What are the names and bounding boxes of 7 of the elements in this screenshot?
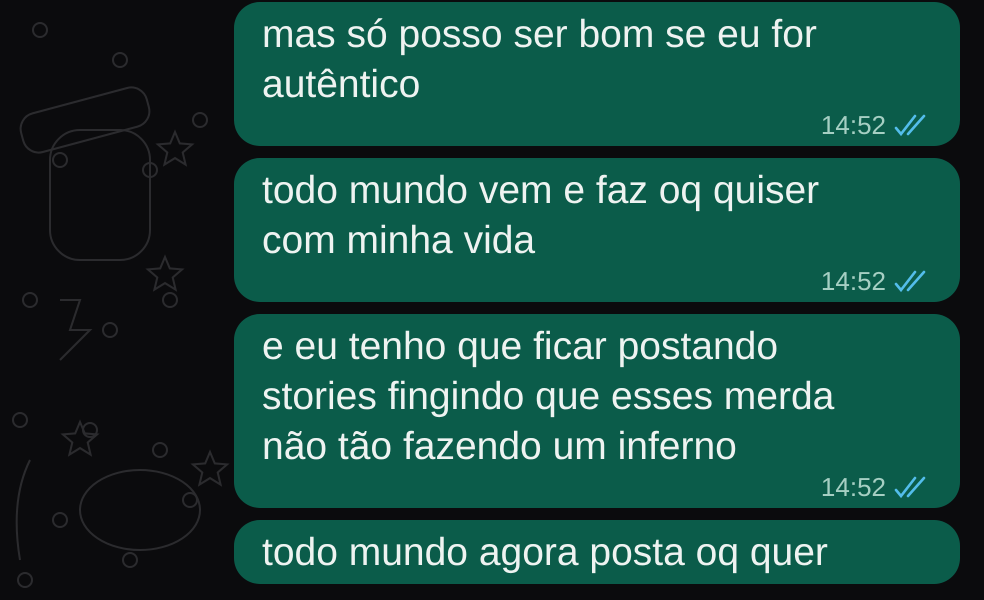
message-text: todo mundo vem e faz oq quiser com minha vida <box>262 168 820 264</box>
message-text: mas só posso ser bom se eu for autêntico <box>262 12 818 108</box>
message-time: 14:52 <box>820 110 886 140</box>
message-text: todo mundo agora posta oq quer <box>262 530 829 576</box>
message-text: e eu tenho que ficar postando stories fingindo que esses merda não tão fazendo um inferno <box>262 324 836 470</box>
message-time: 14:52 <box>820 266 886 296</box>
message-time: 14:52 <box>820 472 886 502</box>
